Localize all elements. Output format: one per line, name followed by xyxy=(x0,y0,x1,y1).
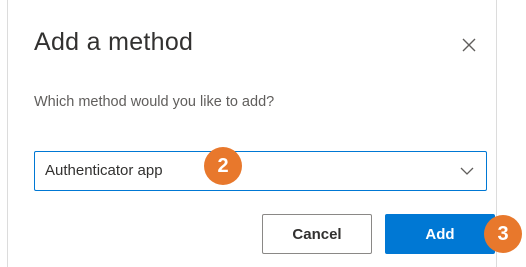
step-badge-2: 2 xyxy=(204,147,242,185)
add-button[interactable]: Add xyxy=(385,214,495,254)
method-select[interactable]: Authenticator app xyxy=(34,151,487,191)
close-icon xyxy=(462,38,476,52)
chevron-down-icon xyxy=(460,166,474,176)
add-method-dialog: Add a method Which method would you like… xyxy=(7,0,497,267)
method-prompt: Which method would you like to add? xyxy=(34,94,275,110)
method-select-value: Authenticator app xyxy=(45,162,163,179)
dialog-title: Add a method xyxy=(34,28,194,56)
step-badge-3: 3 xyxy=(484,215,522,253)
close-button[interactable] xyxy=(458,34,480,56)
cancel-button[interactable]: Cancel xyxy=(262,214,372,254)
